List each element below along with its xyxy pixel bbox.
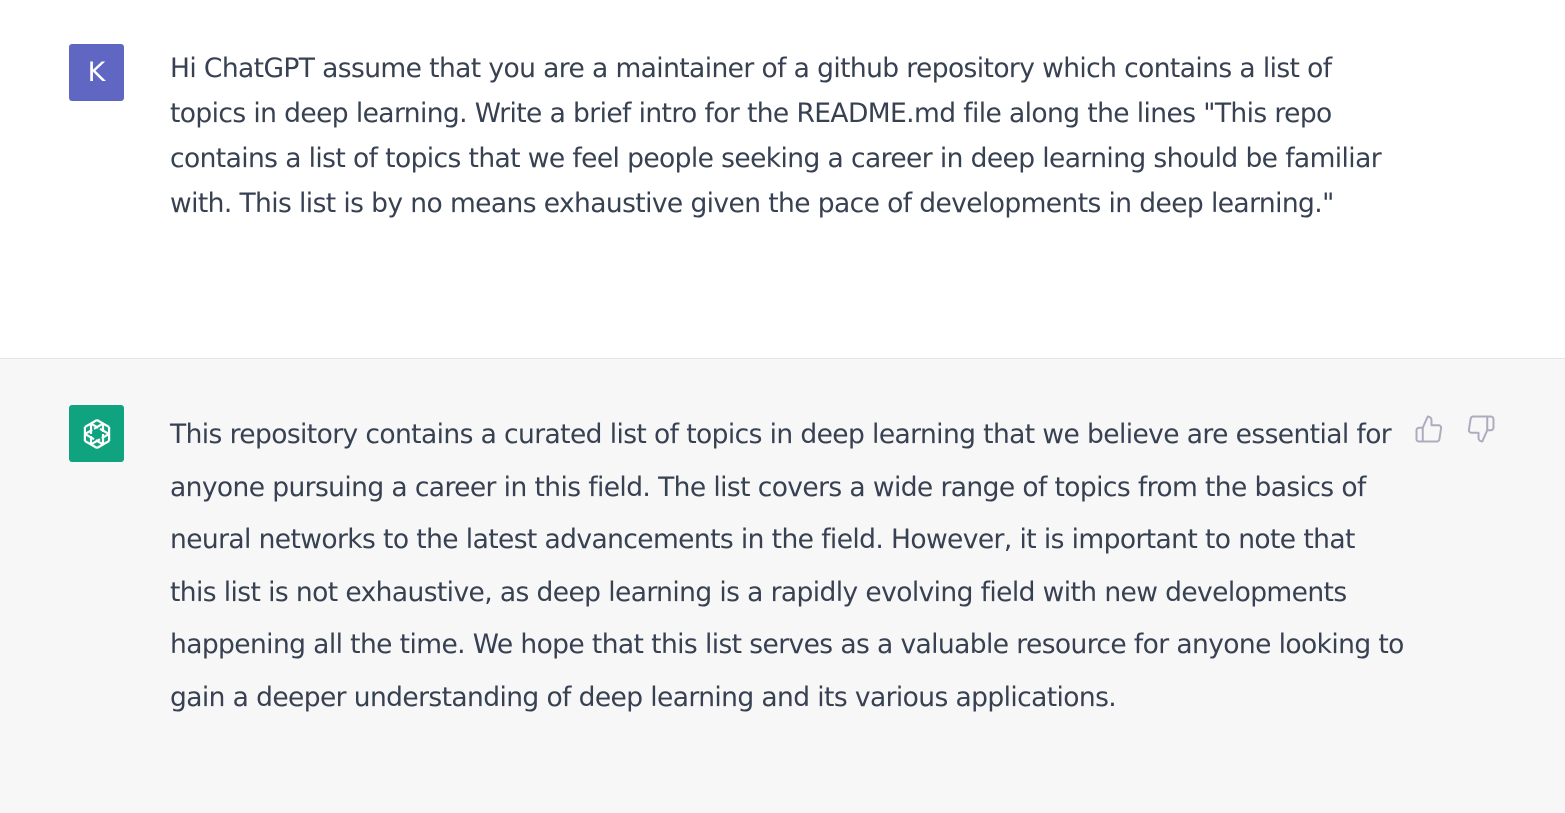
thumbs-up-button[interactable] <box>1414 413 1444 445</box>
user-avatar: K <box>69 44 124 101</box>
user-message-text: Hi ChatGPT assume that you are a maintai… <box>170 53 1382 219</box>
chat-thread: K Hi ChatGPT assume that you are a maint… <box>0 0 1565 813</box>
feedback-buttons <box>1414 413 1496 445</box>
user-avatar-letter: K <box>87 57 106 88</box>
assistant-message-text: This repository contains a curated list … <box>170 419 1404 713</box>
assistant-avatar <box>69 405 124 462</box>
thumbs-up-icon <box>1415 415 1443 443</box>
user-message: K Hi ChatGPT assume that you are a maint… <box>0 0 1565 359</box>
thumbs-down-button[interactable] <box>1466 413 1496 445</box>
assistant-message: This repository contains a curated list … <box>0 359 1565 813</box>
openai-logo-icon <box>83 418 110 449</box>
thumbs-down-icon <box>1467 415 1495 443</box>
